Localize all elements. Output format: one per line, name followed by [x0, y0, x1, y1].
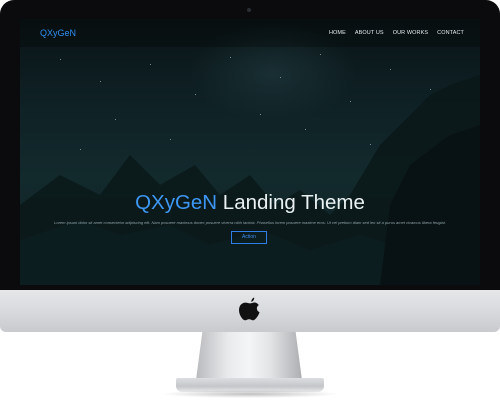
- nav-item-our-works[interactable]: OUR WORKS: [393, 30, 428, 36]
- monitor-stand: [196, 332, 302, 380]
- nav-item-contact[interactable]: CONTACT: [437, 30, 464, 36]
- hero-title-accent: QXyGeN: [135, 191, 218, 214]
- nav-item-home[interactable]: HOME: [329, 30, 346, 36]
- camera-icon: [247, 8, 251, 12]
- stand-shadow: [160, 390, 340, 398]
- action-button[interactable]: Action: [231, 231, 267, 244]
- hero-title-rest: Landing Theme: [217, 191, 365, 214]
- website-screen: QXyGeN HOME ABOUT US OUR WORKS CONTACT Q…: [20, 19, 480, 285]
- mountain-background: [20, 75, 480, 285]
- top-navigation: QXyGeN HOME ABOUT US OUR WORKS CONTACT: [20, 19, 480, 47]
- hero-subtitle: Lorem ipsum dolor sit amet consectetur a…: [54, 220, 446, 225]
- hero-title: QXyGeN Landing Theme: [20, 191, 480, 215]
- nav-menu: HOME ABOUT US OUR WORKS CONTACT: [329, 30, 464, 36]
- apple-icon: [239, 297, 260, 321]
- brand-logo[interactable]: QXyGeN: [40, 28, 76, 38]
- nav-item-about-us[interactable]: ABOUT US: [355, 30, 384, 36]
